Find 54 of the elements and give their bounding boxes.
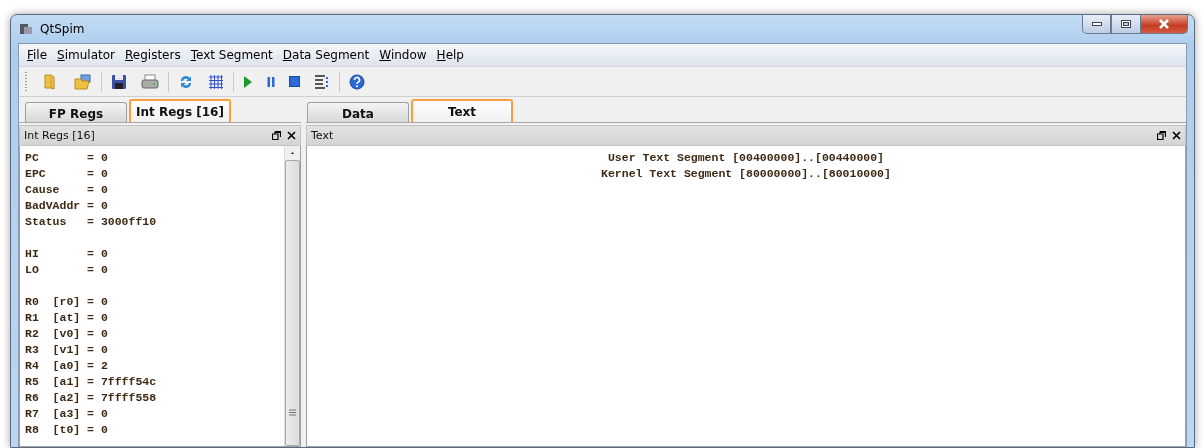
tab[interactable]: Data (307, 102, 409, 122)
window-title: QtSpim (40, 22, 86, 36)
menu-item[interactable]: Window (374, 48, 432, 62)
panel-title: Int Regs [16] (24, 129, 96, 142)
register-line: PC = 0 (25, 150, 108, 166)
menu-item[interactable]: File (22, 48, 53, 62)
register-line: R3 [v1] = 0 (25, 342, 108, 358)
register-line: R5 [a1] = 7ffff54c (25, 374, 157, 390)
register-line: R0 [r0] = 0 (25, 294, 108, 310)
close-button[interactable] (1141, 15, 1188, 34)
maximize-button[interactable] (1111, 15, 1141, 34)
minimize-icon (1091, 22, 1102, 26)
float-icon[interactable] (1157, 131, 1166, 140)
close-icon[interactable] (1172, 131, 1181, 140)
menu-item[interactable]: Data Segment (277, 48, 375, 62)
menu-item[interactable]: Simulator (52, 48, 120, 62)
menu-item[interactable]: Help (431, 48, 469, 62)
help-icon[interactable] (349, 73, 365, 90)
play-icon[interactable] (243, 74, 253, 89)
register-line: R4 [a0] = 2 (25, 358, 108, 374)
menu-item[interactable]: Text Segment (185, 48, 278, 62)
segment-line: Kernel Text Segment [80000000]..[80010000] (601, 166, 891, 182)
register-line: HI = 0 (25, 246, 108, 262)
register-line: LO = 0 (25, 262, 108, 278)
register-line: R6 [a2] = 7ffff558 (25, 390, 157, 406)
minimize-button[interactable] (1082, 15, 1111, 34)
tab[interactable]: Int Regs [16] (129, 99, 231, 122)
register-line: Cause = 0 (25, 182, 108, 198)
grid-icon[interactable] (208, 73, 224, 90)
register-line: Status = 3000ff10 (25, 214, 157, 230)
panel-title: Text (311, 129, 335, 142)
float-icon[interactable] (272, 131, 281, 140)
maximize-icon (1121, 20, 1131, 28)
segment-line: User Text Segment [00400000]..[00440000] (607, 150, 884, 166)
print-icon[interactable] (141, 73, 159, 90)
app-icon (19, 22, 33, 36)
close-icon (1158, 19, 1170, 29)
menu-item[interactable]: Registers (120, 48, 186, 62)
pause-icon[interactable] (267, 75, 275, 88)
save-icon[interactable] (111, 73, 127, 90)
grip-icon (289, 408, 296, 416)
register-line: BadVAddr = 0 (25, 198, 108, 214)
close-icon[interactable] (287, 131, 296, 140)
step-icon[interactable] (314, 73, 330, 90)
reload-icon[interactable] (178, 73, 194, 90)
tab[interactable]: Text (411, 99, 513, 122)
scroll-up-icon[interactable] (289, 152, 296, 154)
register-line: R1 [at] = 0 (25, 310, 108, 326)
register-line: EPC = 0 (25, 166, 108, 182)
register-line: R7 [a3] = 0 (25, 406, 108, 422)
register-line: R2 [v0] = 0 (25, 326, 108, 342)
register-line: R8 [t0] = 0 (25, 422, 108, 438)
open-folder-icon[interactable] (74, 72, 92, 91)
tab[interactable]: FP Regs (25, 102, 127, 122)
